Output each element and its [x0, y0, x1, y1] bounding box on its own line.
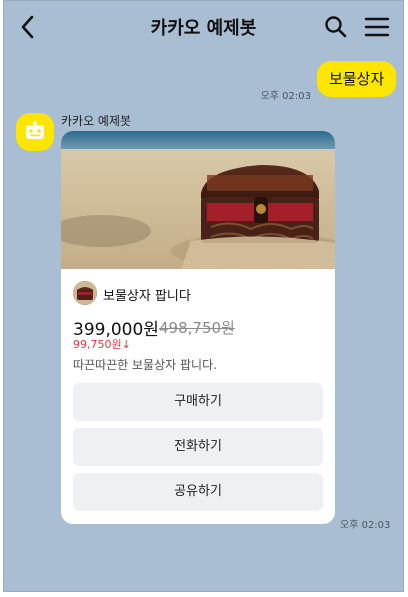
share-button[interactable]: 공유하기	[73, 473, 323, 511]
search-button[interactable]	[322, 13, 350, 41]
bot-icon	[26, 121, 44, 139]
bot-avatar[interactable]	[16, 113, 54, 151]
treasure-chest-thumb-icon	[73, 281, 97, 305]
menu-button[interactable]	[362, 13, 392, 41]
product-name: 보물상자 팝니다	[103, 289, 191, 304]
product-card[interactable]: 보물상자 팝니다 399,000원 498,750원 99,750원↓ 따끈따끈…	[61, 131, 335, 524]
product-description: 따끈따끈한 보물상자 팝니다.	[73, 358, 217, 372]
original-price: 498,750원	[159, 319, 235, 337]
search-icon	[325, 16, 347, 38]
product-thumbnail	[73, 281, 97, 305]
sender-name: 카카오 예제봇	[61, 114, 132, 128]
incoming-message-time: 오후 02:03	[340, 520, 391, 531]
discount-amount: 99,750원↓	[73, 338, 131, 351]
top-bar: 카카오 예제봇	[4, 1, 403, 53]
hamburger-menu-icon	[364, 17, 390, 37]
outgoing-message-bubble[interactable]: 보물상자	[317, 61, 397, 97]
chat-room: 카카오 예제봇 보물상자 오후 02:03 카카오 예제봇 보물상자 팝니다 3…	[3, 0, 404, 592]
treasure-chest-image	[61, 131, 335, 269]
buy-button[interactable]: 구매하기	[73, 383, 323, 421]
call-button[interactable]: 전화하기	[73, 428, 323, 466]
outgoing-message-time: 오후 02:03	[260, 91, 311, 102]
